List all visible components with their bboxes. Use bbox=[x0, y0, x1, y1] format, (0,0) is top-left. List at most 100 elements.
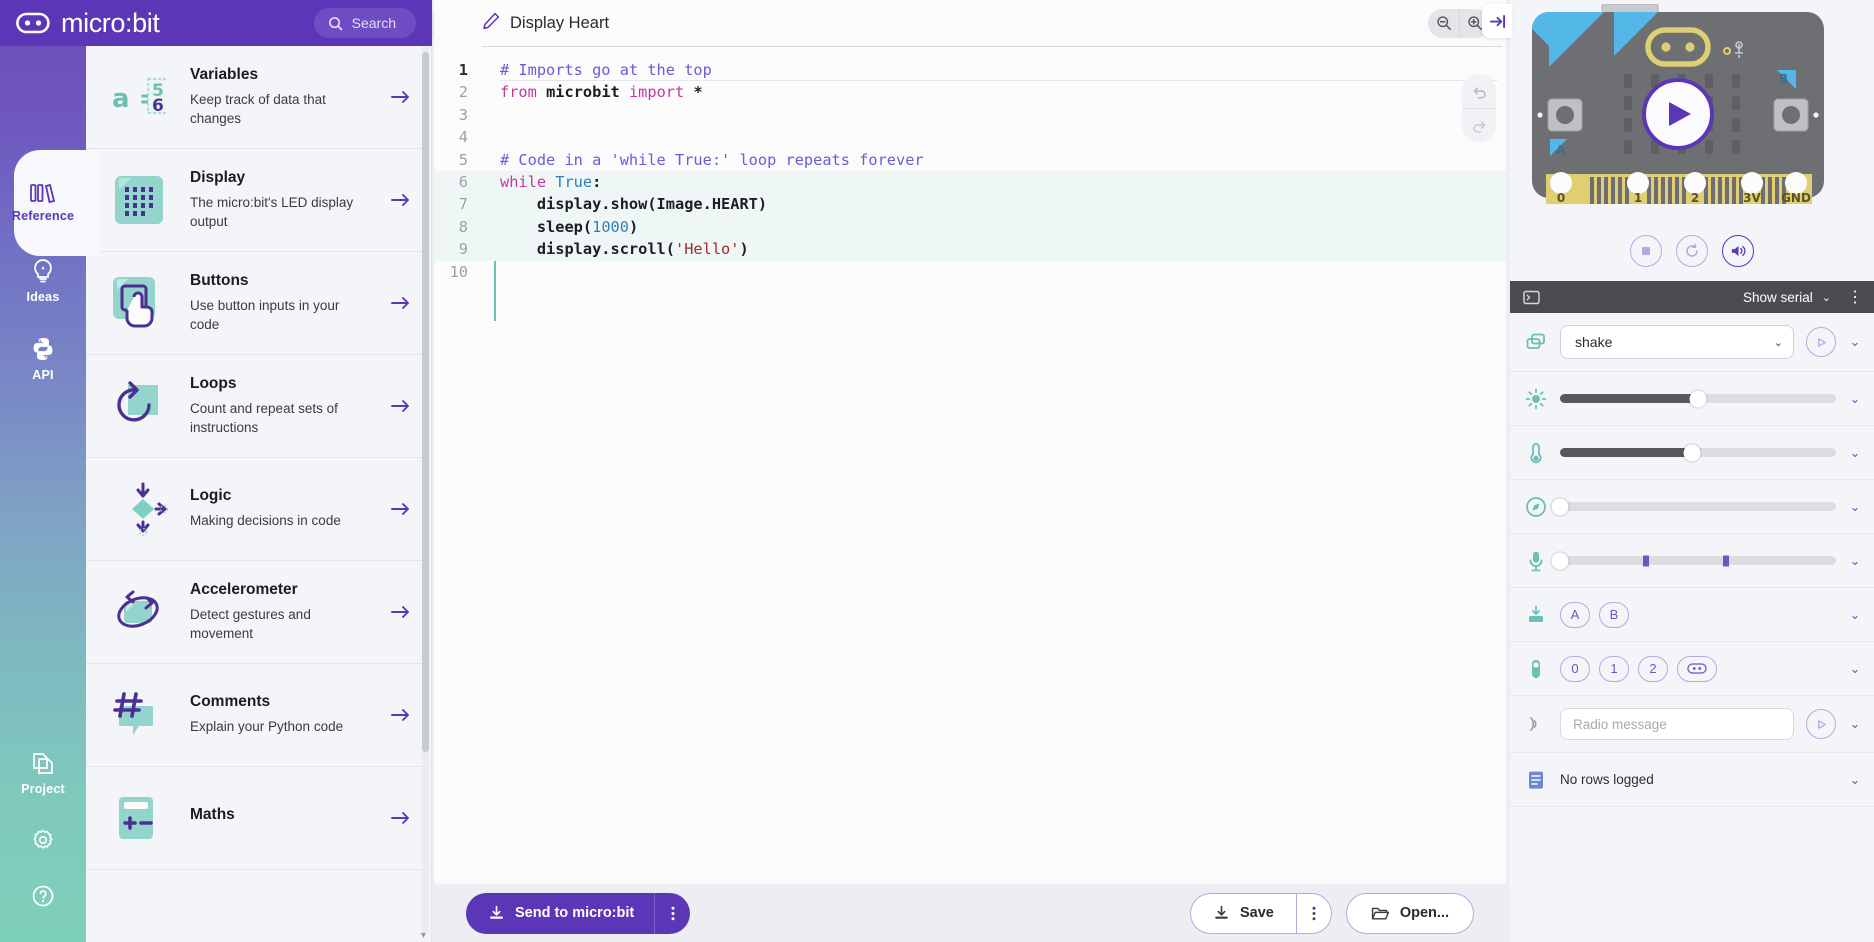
chevron-down-icon[interactable]: ⌄ bbox=[1848, 499, 1862, 515]
code-line[interactable]: 1 # Imports go at the top bbox=[434, 59, 1506, 82]
code-line[interactable]: 7 display.show(Image.HEART) bbox=[434, 193, 1506, 216]
zoom-out-button[interactable] bbox=[1428, 9, 1459, 38]
arrow-right-icon[interactable] bbox=[391, 707, 413, 723]
code-text-area[interactable]: 1 # Imports go at the top 2 from microbit i… bbox=[434, 47, 1506, 884]
microphone-slider[interactable] bbox=[1551, 552, 1836, 569]
chevron-down-icon[interactable]: ⌄ bbox=[1822, 291, 1831, 304]
reset-button[interactable] bbox=[1676, 235, 1708, 267]
project-name[interactable]: Display Heart bbox=[510, 14, 609, 33]
code-line[interactable]: 5 # Code in a 'while True:' loop repeats … bbox=[434, 149, 1506, 171]
arrow-right-icon[interactable] bbox=[391, 192, 413, 208]
gear-icon bbox=[33, 829, 53, 849]
compass-slider[interactable] bbox=[1551, 498, 1836, 515]
code-line[interactable]: 6 while True: bbox=[434, 170, 1506, 194]
search-input[interactable]: Search bbox=[313, 8, 416, 38]
rename-project-button[interactable] bbox=[482, 12, 500, 35]
gesture-select[interactable]: shake ⌄ bbox=[1560, 325, 1794, 359]
simulator-panel: A B 0 1 2 3V GND Show serial ⌄ ⋮ shake ⌄… bbox=[1482, 0, 1874, 942]
code-line[interactable]: 4 bbox=[434, 126, 1506, 148]
button-pill-a[interactable]: A bbox=[1560, 601, 1590, 628]
mute-button[interactable] bbox=[1722, 235, 1754, 267]
reference-item-variables[interactable]: a = 5 6 Variables Keep track of data that ch… bbox=[86, 46, 431, 149]
button-pill-b[interactable]: B bbox=[1599, 601, 1629, 628]
code-line[interactable]: 10 bbox=[434, 261, 1506, 283]
code-line[interactable]: 2 from microbit import * bbox=[434, 81, 1506, 103]
arrow-right-icon[interactable] bbox=[391, 398, 413, 414]
sidebar-item-project[interactable]: Project bbox=[0, 734, 86, 812]
pin-pill-1[interactable]: 1 bbox=[1599, 655, 1629, 682]
pin-pill-2[interactable]: 2 bbox=[1638, 655, 1668, 682]
sensor-row-buttons: AB ⌄ bbox=[1510, 588, 1874, 642]
open-file-button[interactable]: Open... bbox=[1345, 892, 1474, 934]
pin-label-0: 0 bbox=[1557, 191, 1565, 205]
code-line[interactable]: 3 bbox=[434, 104, 1506, 126]
microbit-board-simulator[interactable]: A B 0 1 2 3V GND bbox=[1510, 0, 1874, 227]
arrow-right-icon[interactable] bbox=[391, 501, 413, 517]
reference-item-maths[interactable]: Maths bbox=[86, 767, 431, 870]
line-content: sleep(1000) bbox=[500, 217, 639, 236]
arrow-right-icon[interactable] bbox=[391, 604, 413, 620]
left-navigation-rail: Reference Ideas API Project bbox=[0, 0, 100, 942]
undo-button[interactable] bbox=[1462, 74, 1496, 108]
chevron-down-icon[interactable]: ⌄ bbox=[1848, 445, 1862, 461]
settings-button[interactable] bbox=[0, 812, 86, 868]
reference-item-display[interactable]: Display The micro:bit's LED display outpu… bbox=[86, 149, 431, 252]
editor-column: Display Heart 1 # Imports go at the top … bbox=[432, 0, 1510, 942]
scroll-down-caret-icon[interactable]: ▼ bbox=[418, 930, 429, 940]
chevron-down-icon[interactable]: ⌄ bbox=[1848, 607, 1862, 623]
board-play-button[interactable] bbox=[1642, 78, 1714, 150]
save-button[interactable]: Save bbox=[1189, 892, 1296, 934]
reference-item-logic[interactable]: Logic Making decisions in code bbox=[86, 458, 431, 561]
light-level-slider[interactable] bbox=[1560, 390, 1836, 407]
redo-button[interactable] bbox=[1462, 108, 1496, 142]
arrow-right-icon[interactable] bbox=[391, 810, 413, 826]
show-serial-button[interactable]: Show serial bbox=[1743, 290, 1813, 305]
code-line[interactable]: 8 sleep(1000) bbox=[434, 215, 1506, 239]
send-options-button[interactable] bbox=[654, 892, 691, 934]
reference-item-list[interactable]: a = 5 6 Variables Keep track of data that ch… bbox=[86, 46, 431, 942]
radio-message-input[interactable]: Radio message bbox=[1560, 708, 1794, 740]
code-line[interactable]: 9 display.scroll('Hello') bbox=[434, 238, 1506, 261]
pin-pill-0[interactable]: 0 bbox=[1560, 655, 1590, 682]
temperature-slider[interactable] bbox=[1560, 444, 1836, 461]
expand-simulator-button[interactable] bbox=[1482, 4, 1512, 38]
pin-pill-logo[interactable] bbox=[1677, 655, 1717, 682]
reference-item-buttons[interactable]: Buttons Use button inputs in your code bbox=[86, 252, 431, 355]
arrow-right-icon[interactable] bbox=[391, 295, 413, 311]
sensor-row-gesture: shake ⌄ ⌄ bbox=[1510, 313, 1874, 372]
reference-item-comments[interactable]: Comments Explain your Python code bbox=[86, 664, 431, 767]
reference-item-desc: Explain your Python code bbox=[190, 719, 344, 735]
gesture-trigger-button[interactable] bbox=[1806, 327, 1836, 357]
chevron-down-icon[interactable]: ⌄ bbox=[1848, 772, 1862, 788]
reference-item-accelerometer[interactable]: Accelerometer Detect gestures and movemen… bbox=[86, 561, 431, 664]
chevron-down-icon[interactable]: ⌄ bbox=[1848, 661, 1862, 677]
reference-scrollbar-thumb[interactable] bbox=[422, 52, 429, 752]
chevron-down-icon[interactable]: ⌄ bbox=[1848, 391, 1862, 407]
simulator-sensor-list: shake ⌄ ⌄ ⌄ ⌄ ⌄ ⌄ A B ⌄ 0 1 2 ⌄ Radio me… bbox=[1510, 313, 1874, 942]
stop-button[interactable] bbox=[1630, 235, 1662, 267]
microphone-icon bbox=[1524, 550, 1548, 572]
send-label: Send to micro:bit bbox=[515, 905, 635, 921]
reference-item-text: Buttons Use button inputs in your code bbox=[190, 272, 371, 333]
editor-zoom-controls bbox=[1428, 8, 1490, 38]
sidebar-item-api[interactable]: API bbox=[0, 320, 86, 398]
chevron-down-icon[interactable]: ⌄ bbox=[1848, 334, 1862, 350]
help-button[interactable] bbox=[0, 868, 86, 924]
reference-item-loops[interactable]: Loops Count and repeat sets of instructio… bbox=[86, 355, 431, 458]
arrow-right-icon[interactable] bbox=[391, 89, 413, 105]
chevron-down-icon[interactable]: ⌄ bbox=[1848, 716, 1862, 732]
chevron-down-icon[interactable]: ⌄ bbox=[1848, 553, 1862, 569]
pin-label-1: 1 bbox=[1634, 191, 1642, 205]
sidebar-item-label: API bbox=[32, 368, 54, 382]
folder-open-icon bbox=[1371, 907, 1389, 919]
radio-send-button[interactable] bbox=[1806, 709, 1836, 739]
reference-item-text: Variables Keep track of data that changes bbox=[190, 66, 371, 127]
sidebar-item-ideas[interactable]: Ideas bbox=[0, 242, 86, 320]
send-to-microbit-button[interactable]: Send to micro:bit bbox=[466, 892, 655, 934]
save-options-button[interactable] bbox=[1295, 892, 1332, 934]
line-number: 4 bbox=[458, 128, 468, 147]
serial-options-button[interactable]: ⋮ bbox=[1847, 287, 1864, 307]
sidebar-item-reference[interactable]: Reference bbox=[0, 150, 100, 256]
microphone-threshold-tick[interactable] bbox=[1642, 555, 1649, 566]
microphone-threshold-tick[interactable] bbox=[1722, 555, 1729, 566]
